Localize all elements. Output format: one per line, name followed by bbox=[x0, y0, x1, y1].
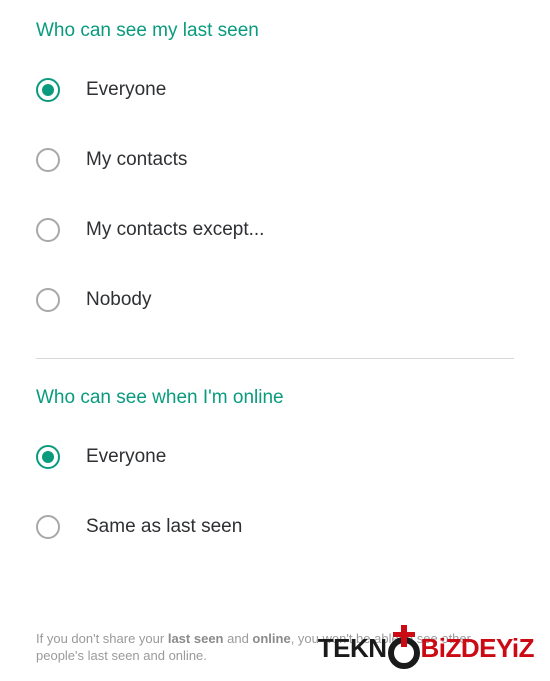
radio-icon bbox=[36, 78, 60, 102]
radio-option-my-contacts-except[interactable]: My contacts except... bbox=[36, 218, 514, 242]
radio-icon bbox=[36, 288, 60, 312]
online-section: Who can see when I'm online Everyone Sam… bbox=[36, 387, 514, 539]
last-seen-section: Who can see my last seen Everyone My con… bbox=[36, 20, 514, 312]
logo-mark-icon bbox=[385, 623, 423, 673]
last-seen-title: Who can see my last seen bbox=[36, 20, 514, 42]
radio-label: My contacts bbox=[86, 149, 187, 171]
radio-option-nobody[interactable]: Nobody bbox=[36, 288, 514, 312]
radio-label: Everyone bbox=[86, 446, 166, 468]
radio-icon bbox=[36, 218, 60, 242]
radio-label: Everyone bbox=[86, 79, 166, 101]
logo-text-part1: TEKN bbox=[318, 633, 387, 664]
radio-option-everyone[interactable]: Everyone bbox=[36, 78, 514, 102]
radio-option-same-as-last-seen[interactable]: Same as last seen bbox=[36, 515, 514, 539]
section-divider bbox=[36, 358, 514, 359]
teknobizdeyiz-logo: TEKN BiZDEYiZ bbox=[318, 623, 534, 673]
online-title: Who can see when I'm online bbox=[36, 387, 514, 409]
radio-label: Same as last seen bbox=[86, 516, 242, 538]
radio-option-my-contacts[interactable]: My contacts bbox=[36, 148, 514, 172]
radio-icon bbox=[36, 445, 60, 469]
radio-label: My contacts except... bbox=[86, 219, 264, 241]
radio-icon bbox=[36, 148, 60, 172]
radio-label: Nobody bbox=[86, 289, 152, 311]
radio-icon bbox=[36, 515, 60, 539]
radio-option-online-everyone[interactable]: Everyone bbox=[36, 445, 514, 469]
logo-text-part2: BiZDEYiZ bbox=[421, 633, 534, 664]
